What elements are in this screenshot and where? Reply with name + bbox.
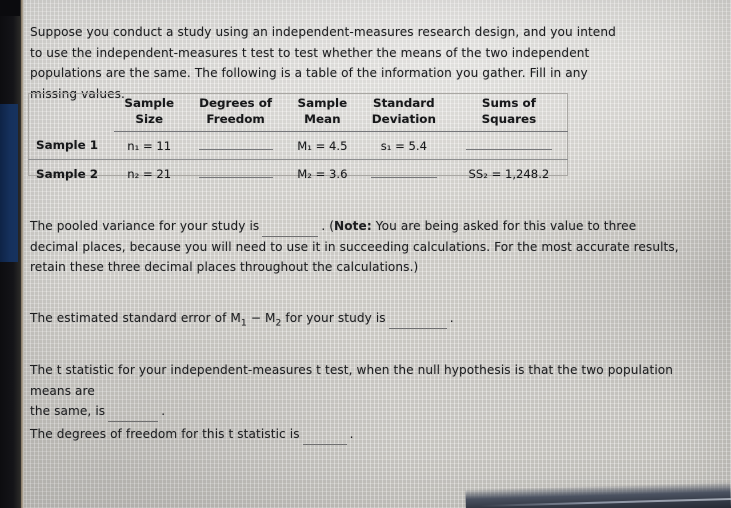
table-header-row: Sample Size Degrees of Freedom Sample Me… [28, 93, 568, 132]
degrees-of-freedom-end: . [349, 427, 354, 441]
header-line1: Standard [373, 96, 435, 110]
standard-error-end: . [449, 311, 454, 325]
table-header-corner [28, 93, 114, 132]
cell-sample-1-sums-of-squares[interactable] [449, 131, 568, 160]
header-line2: Squares [481, 111, 537, 126]
pooled-variance-note-lead: . ( [321, 219, 335, 233]
header-line2: Mean [304, 111, 341, 126]
header-line1: Sample [297, 96, 348, 110]
cell-sample-1-standard-deviation: s₁ = 5.4 [357, 131, 450, 160]
blank-input-underline[interactable] [198, 166, 273, 178]
table-header-degrees-of-freedom: Degrees of Freedom [184, 93, 287, 132]
degrees-of-freedom-prefix: The degrees of freedom for this t statis… [30, 427, 300, 441]
table-header-sample-size: Sample Size [114, 93, 185, 132]
note-label: Note: [334, 219, 372, 233]
screenshot-root: Suppose you conduct a study using an ind… [0, 0, 731, 508]
cell-sample-2-sample-mean: M₂ = 3.6 [297, 166, 348, 181]
t-statistic-line-2-prefix: the same, is [30, 404, 106, 418]
standard-error-paragraph: The estimated standard error of M1 − M2 … [30, 308, 680, 329]
table-header: Sample Size Degrees of Freedom Sample Me… [28, 93, 568, 132]
table-header-standard-deviation: Standard Deviation [357, 93, 450, 132]
cell-sample-1-sample-mean: M₁ = 4.5 [286, 131, 358, 160]
pooled-variance-blank[interactable] [262, 224, 319, 237]
document-content: Suppose you conduct a study using an ind… [0, 0, 731, 508]
header-line1: Sample [124, 96, 175, 110]
header-line1: Degrees of [199, 96, 273, 110]
blank-input-underline[interactable] [370, 166, 437, 178]
table-body: Sample 1 n₁ = 11 M₁ = 4.5 s₁ = 5.4 Sampl… [28, 131, 568, 188]
degrees-of-freedom-paragraph: The degrees of freedom for this t statis… [30, 424, 530, 445]
standard-error-suffix: for your study is [281, 311, 386, 325]
data-table: Sample Size Degrees of Freedom Sample Me… [28, 93, 568, 187]
table-row: Sample 2 n₂ = 21 M₂ = 3.6 SS₂ = 1,248.2 [28, 160, 568, 188]
header-line2: Freedom [206, 111, 265, 126]
cell-sample-2-sums-of-squares: SS₂ = 1,248.2 [468, 166, 550, 181]
pooled-variance-paragraph: The pooled variance for your study is . (… [30, 216, 680, 278]
standard-error-blank[interactable] [388, 316, 447, 329]
row-label-sample-2: Sample 2 [36, 166, 99, 181]
t-statistic-paragraph: The t statistic for your independent-mea… [30, 360, 690, 422]
t-statistic-end: . [161, 404, 166, 418]
t-statistic-blank[interactable] [108, 409, 159, 422]
table-header-sums-of-squares: Sums of Squares [449, 93, 568, 132]
cell-sample-1-sample-size: n₁ = 11 [114, 131, 185, 160]
table-header-sample-mean: Sample Mean [286, 93, 358, 132]
cell-sample-2-standard-deviation[interactable] [358, 160, 450, 188]
standard-error-mid: − M [246, 311, 276, 325]
intro-paragraph: Suppose you conduct a study using an ind… [30, 25, 616, 101]
table-row: Sample 1 n₁ = 11 M₁ = 4.5 s₁ = 5.4 [28, 131, 568, 160]
blank-input-underline[interactable] [198, 138, 273, 150]
header-line1: Sums of [481, 96, 536, 110]
blank-input-underline[interactable] [465, 138, 552, 150]
row-label-sample-1: Sample 1 [28, 131, 114, 160]
header-line2: Size [135, 111, 164, 126]
cell-sample-2-sample-size: n₂ = 21 [127, 166, 172, 181]
standard-error-prefix: The estimated standard error of M [30, 311, 241, 325]
cell-sample-1-degrees-of-freedom[interactable] [184, 131, 287, 160]
pooled-variance-prefix: The pooled variance for your study is [30, 219, 260, 233]
header-line2: Deviation [371, 111, 436, 126]
cell-sample-2-degrees-of-freedom[interactable] [184, 160, 286, 188]
t-statistic-line-1: The t statistic for your independent-mea… [30, 363, 674, 398]
degrees-of-freedom-blank[interactable] [302, 432, 347, 445]
